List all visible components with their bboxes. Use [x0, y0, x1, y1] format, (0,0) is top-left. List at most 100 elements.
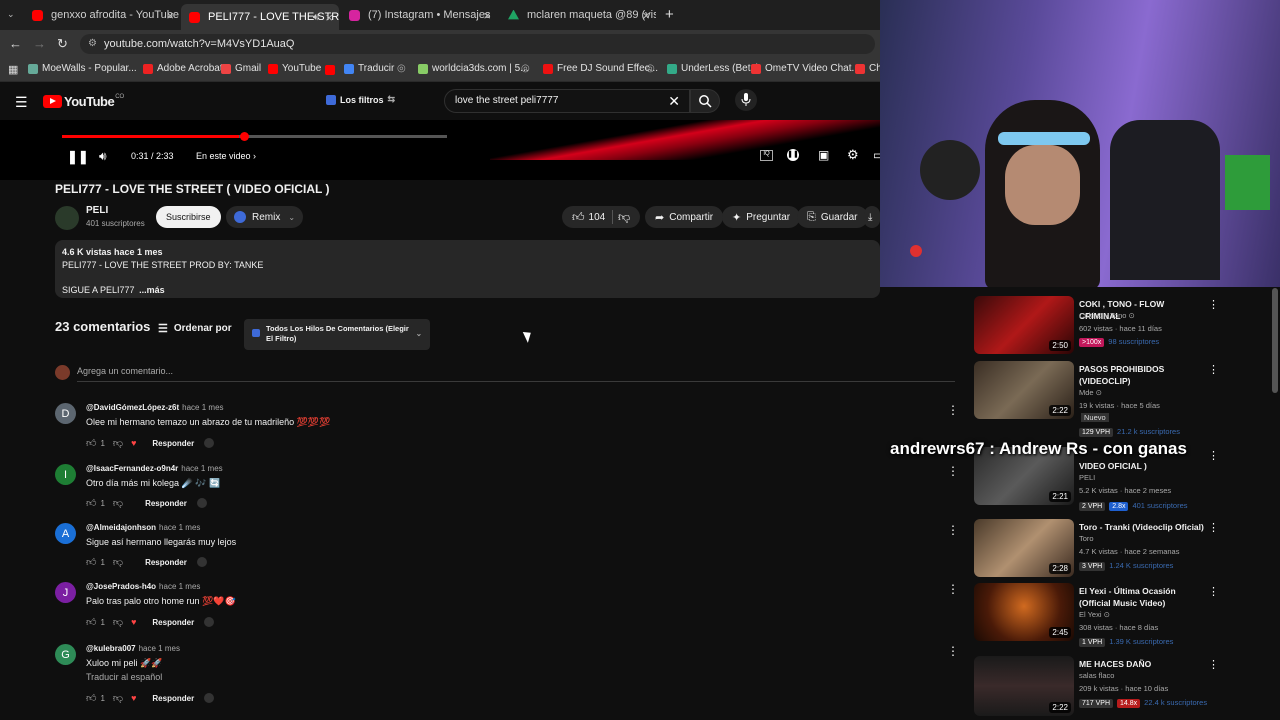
- recommendation-channel[interactable]: salas flaco: [1079, 671, 1114, 680]
- like-icon[interactable]: 👍︎: [86, 437, 96, 449]
- recommendation-channel[interactable]: Toro: [1079, 534, 1094, 543]
- recommendation-menu-icon[interactable]: ⋮: [1208, 449, 1219, 462]
- reply-button[interactable]: Responder: [152, 439, 194, 448]
- search-input[interactable]: love the street peli7777 ✕: [444, 89, 690, 113]
- comment-menu-icon[interactable]: ⋮: [947, 464, 959, 478]
- recommendation-title[interactable]: VIDEO OFICIAL ): [1079, 460, 1204, 472]
- filters-button[interactable]: Los filtros ⇆: [326, 94, 395, 105]
- comment-menu-icon[interactable]: ⋮: [947, 644, 959, 658]
- new-tab-button[interactable]: +: [665, 6, 674, 23]
- recommendation-item[interactable]: 2:22 PASOS PROHIBIDOS (VIDEOCLIP) Mde ⊙ …: [974, 361, 1274, 437]
- comment-author[interactable]: @Almeidajonhson: [86, 523, 156, 532]
- subtitles-icon[interactable]: ▣: [818, 148, 829, 162]
- ask-button[interactable]: ✦ Preguntar: [722, 206, 801, 228]
- comment-menu-icon[interactable]: ⋮: [947, 582, 959, 596]
- video-thumbnail[interactable]: 2:22: [974, 361, 1074, 419]
- comment-time[interactable]: hace 1 mes: [159, 523, 200, 532]
- chapters-button[interactable]: En este video ›: [196, 151, 256, 161]
- reply-button[interactable]: Responder: [145, 499, 187, 508]
- comment-author[interactable]: @JosePrados-h4o: [86, 582, 156, 591]
- like-icon[interactable]: 👍︎: [86, 556, 96, 568]
- comment-author[interactable]: @IsaacFernandez-o9n4r: [86, 464, 178, 473]
- forward-icon[interactable]: →: [33, 36, 46, 51]
- video-thumbnail[interactable]: 2:22: [974, 656, 1074, 716]
- comment-time[interactable]: hace 1 mes: [181, 464, 222, 473]
- dislike-icon[interactable]: 👎︎: [618, 210, 630, 225]
- extension-icon[interactable]: [204, 693, 215, 703]
- bookmark-dj-sound[interactable]: Free DJ Sound Effec...: [543, 63, 658, 74]
- recommendation-item[interactable]: 2:50 COKI , TONO - FLOW CRIMINAL Coki ⊙ …: [974, 296, 1274, 356]
- video-thumbnail[interactable]: 2:50: [974, 296, 1074, 354]
- download-button[interactable]: ⤓: [864, 206, 880, 228]
- like-icon[interactable]: 👍︎: [86, 616, 96, 628]
- comment-time[interactable]: hace 1 mes: [182, 403, 223, 412]
- comment-avatar[interactable]: G: [55, 644, 76, 665]
- url-bar[interactable]: ⚙ youtube.com/watch?v=M4VsYD1AuaQ: [80, 34, 875, 54]
- remix-button[interactable]: Remix ⌄: [226, 206, 304, 228]
- recommendation-channel[interactable]: PELI: [1079, 473, 1095, 482]
- recommendation-item[interactable]: 2:22 ME HACES DAÑO salas flaco 209 k vis…: [974, 656, 1274, 718]
- recommendation-channel[interactable]: Coki ⊙ y Tono ⊙: [1079, 311, 1135, 320]
- close-tab-icon[interactable]: ×: [325, 10, 333, 25]
- dislike-icon[interactable]: 👎︎: [113, 616, 123, 628]
- share-button[interactable]: ➦ Compartir: [645, 206, 724, 228]
- recommendation-title[interactable]: ME HACES DAÑO: [1079, 658, 1204, 670]
- recommendation-channel[interactable]: El Yexi ⊙: [1079, 610, 1110, 619]
- tab-0[interactable]: genxxo afrodita - YouTube ×: [24, 4, 180, 26]
- tab-3[interactable]: mclaren maqueta @89 (visual) ×: [500, 4, 656, 26]
- reply-button[interactable]: Responder: [152, 694, 194, 703]
- youtube-logo[interactable]: YouTube CO: [43, 94, 124, 109]
- comment-menu-icon[interactable]: ⋮: [947, 403, 959, 417]
- bookmark-ch[interactable]: Ch: [855, 63, 882, 74]
- site-info-icon[interactable]: ⚙: [88, 34, 97, 54]
- comment-avatar[interactable]: J: [55, 582, 76, 603]
- comment-avatar[interactable]: A: [55, 523, 76, 544]
- extension-icon[interactable]: [204, 617, 215, 627]
- progress-scrubber[interactable]: [240, 132, 249, 141]
- show-more-link[interactable]: ...más: [139, 285, 165, 295]
- recommendation-menu-icon[interactable]: ⋮: [1208, 585, 1219, 598]
- bookmark-moewalls[interactable]: MoeWalls - Popular...: [28, 63, 137, 74]
- tab-search-icon[interactable]: ⌄: [7, 9, 15, 20]
- recommendation-menu-icon[interactable]: ⋮: [1208, 363, 1219, 376]
- recommendation-menu-icon[interactable]: ⋮: [1208, 658, 1219, 671]
- extension-icon[interactable]: [196, 498, 207, 508]
- like-icon[interactable]: 👍︎: [86, 497, 96, 509]
- comment-avatar[interactable]: D: [55, 403, 76, 424]
- reply-button[interactable]: Responder: [145, 558, 187, 567]
- settings-gear-icon[interactable]: ⚙: [847, 147, 859, 163]
- voice-search-button[interactable]: [735, 89, 757, 111]
- dislike-icon[interactable]: 👎︎: [113, 692, 123, 704]
- reload-icon[interactable]: ↻: [57, 36, 68, 52]
- comment-author[interactable]: @kulebra007: [86, 644, 136, 653]
- channel-avatar[interactable]: [55, 206, 79, 230]
- audio-icon[interactable]: 🔊︎: [313, 12, 319, 23]
- description-box[interactable]: 4.6 K vistas hace 1 mes PELI777 - LOVE T…: [55, 240, 880, 298]
- comment-time[interactable]: hace 1 mes: [139, 644, 180, 653]
- bookmark-youtube[interactable]: YouTube: [268, 63, 321, 74]
- bookmark-gmail[interactable]: Gmail: [221, 63, 261, 74]
- subscribe-button[interactable]: Suscribirse: [156, 206, 221, 228]
- recommendation-channel[interactable]: Mde ⊙: [1079, 388, 1102, 397]
- back-icon[interactable]: ←: [9, 36, 22, 51]
- search-button[interactable]: [690, 89, 720, 113]
- channel-name[interactable]: PELI: [86, 205, 108, 216]
- recommendation-title[interactable]: Toro - Tranki (Videoclip Oficial): [1079, 521, 1204, 533]
- autoplay-toggle-icon[interactable]: ❚❚: [787, 149, 799, 161]
- comment-filter-dropdown[interactable]: Todos Los Hilos De Comentarios (Elegir E…: [244, 319, 430, 350]
- globe-icon[interactable]: ◎: [397, 63, 406, 74]
- like-icon[interactable]: 👍︎: [572, 210, 585, 225]
- recommendation-menu-icon[interactable]: ⋮: [1208, 521, 1219, 534]
- add-comment-input[interactable]: Agrega un comentario...: [77, 366, 955, 382]
- tab-1[interactable]: PELI777 - LOVE THE STREET 🔊︎ ×: [181, 4, 339, 30]
- save-button[interactable]: ⎘ Guardar: [797, 206, 868, 228]
- translate-link[interactable]: Traducir al español: [86, 672, 162, 682]
- comment-time[interactable]: hace 1 mes: [159, 582, 200, 591]
- pause-icon[interactable]: ❚❚: [67, 149, 89, 165]
- bookmark-adobe[interactable]: Adobe Acrobat: [143, 63, 223, 74]
- bookmark-worldcia[interactable]: worldcia3ds.com | 5...: [418, 63, 529, 74]
- menu-icon[interactable]: ☰: [15, 94, 28, 111]
- bookmark-traducir[interactable]: Traducir: [344, 63, 394, 74]
- recommendation-item[interactable]: 2:45 El Yexi - Última Ocasión (Official …: [974, 583, 1274, 647]
- comment-menu-icon[interactable]: ⋮: [947, 523, 959, 537]
